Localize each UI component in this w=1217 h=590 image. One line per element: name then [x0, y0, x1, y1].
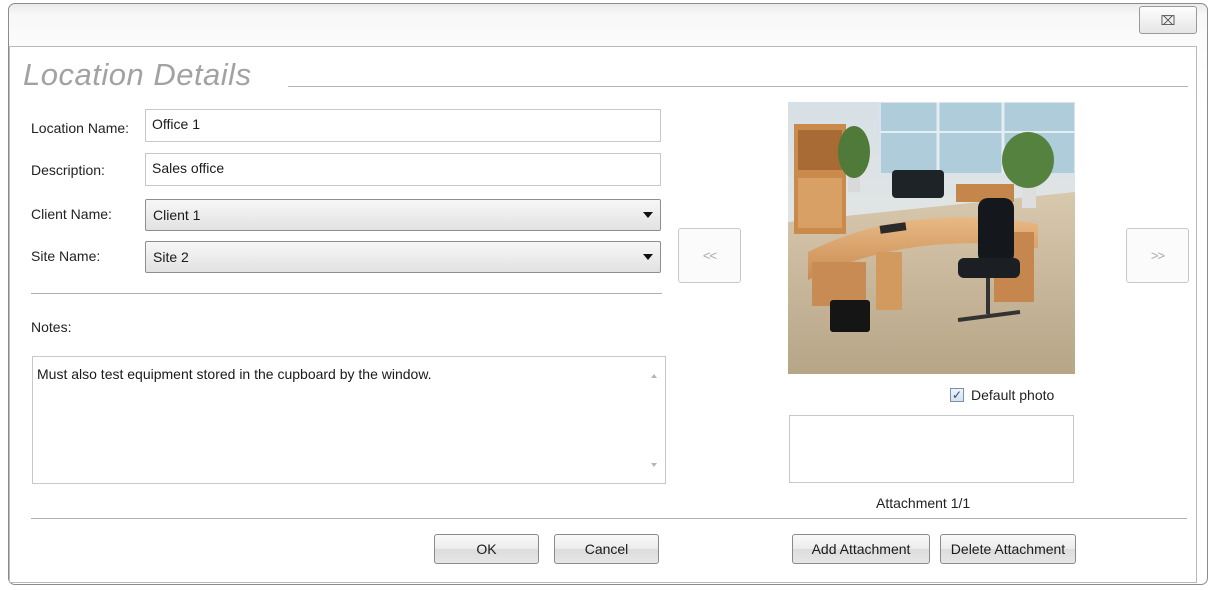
location-name-field[interactable]: Office 1	[145, 109, 661, 142]
notes-label: Notes:	[31, 319, 72, 335]
close-icon: ⌧	[1160, 13, 1176, 28]
check-icon: ✓	[951, 388, 963, 402]
scroll-down-icon[interactable]	[651, 463, 657, 467]
office-photo-image	[788, 102, 1075, 374]
notes-textarea[interactable]: Must also test equipment stored in the c…	[32, 356, 666, 484]
attachment-preview	[789, 415, 1074, 483]
title-divider	[288, 86, 1188, 87]
close-button[interactable]: ⌧	[1139, 6, 1197, 34]
default-photo-checkbox[interactable]: ✓	[950, 388, 964, 402]
cancel-button[interactable]: Cancel	[554, 534, 659, 564]
attachment-counter: Attachment 1/1	[876, 495, 971, 511]
client-name-value: Client 1	[153, 207, 201, 223]
site-name-select[interactable]: Site 2	[145, 241, 661, 273]
delete-attachment-button[interactable]: Delete Attachment	[940, 534, 1076, 564]
notes-text: Must also test equipment stored in the c…	[37, 366, 432, 382]
description-field[interactable]: Sales office	[145, 153, 661, 186]
next-photo-button[interactable]: >>	[1126, 228, 1189, 283]
previous-photo-button[interactable]: <<	[678, 228, 741, 283]
site-name-label: Site Name:	[31, 248, 101, 264]
location-photo	[788, 102, 1075, 374]
add-attachment-button[interactable]: Add Attachment	[792, 534, 930, 564]
ok-button[interactable]: OK	[434, 534, 539, 564]
location-name-label: Location Name:	[31, 120, 130, 136]
footer-divider	[31, 518, 1187, 519]
description-label: Description:	[31, 162, 105, 178]
default-photo-label: Default photo	[971, 387, 1055, 403]
form-divider	[31, 293, 662, 294]
client-name-label: Client Name:	[31, 206, 112, 222]
site-name-value: Site 2	[153, 249, 189, 265]
scroll-up-icon[interactable]	[651, 374, 657, 378]
chevron-down-icon	[643, 212, 653, 218]
client-name-select[interactable]: Client 1	[145, 199, 661, 231]
page-title: Location Details	[23, 57, 252, 92]
chevron-down-icon	[643, 254, 653, 260]
